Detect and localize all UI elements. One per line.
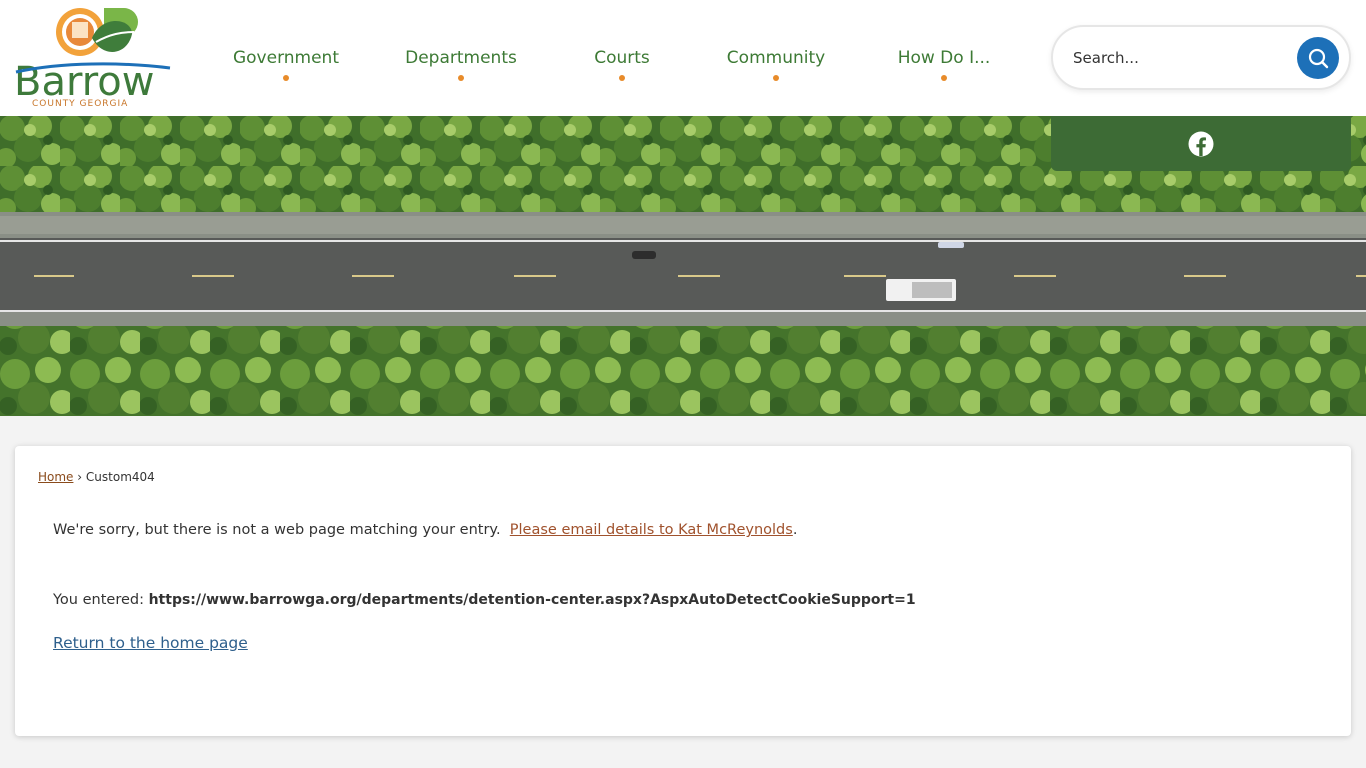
site-header: Barrow COUNTY GEORGIA Government Departm… [0,0,1366,116]
nav-item-label: Departments [405,48,517,68]
nav-item-label: How Do I... [897,48,991,68]
error-message: We're sorry, but there is not a web page… [53,522,797,538]
nav-dot-icon [619,75,625,81]
main-navigation: Government Departments Courts Community … [200,0,1030,116]
nav-item-community[interactable]: Community [694,0,858,116]
nav-item-label: Government [232,48,340,68]
search-input[interactable] [1073,45,1293,71]
search-box [1051,25,1351,90]
logo-emblem-icon [56,8,138,56]
nav-item-how-do-i[interactable]: How Do I... [858,0,1030,116]
nav-item-departments[interactable]: Departments [372,0,550,116]
nav-item-label: Courts [594,48,650,68]
nav-item-courts[interactable]: Courts [550,0,694,116]
breadcrumb-current: Custom404 [85,470,155,484]
search-icon [1308,48,1329,69]
entered-url: https://www.barrowga.org/departments/det… [148,592,916,608]
facebook-button[interactable] [1051,116,1351,171]
barrow-county-logo[interactable]: Barrow COUNTY GEORGIA [10,4,182,112]
facebook-icon [1188,131,1214,156]
nav-dot-icon [773,75,779,81]
entered-label: You entered: [53,592,144,608]
nav-dot-icon [283,75,289,81]
content-card: Home › Custom404 We're sorry, but there … [15,446,1351,736]
breadcrumb-separator: › [77,470,83,484]
email-details-link[interactable]: Please email details to Kat McReynolds [510,522,793,538]
nav-dot-icon [941,75,947,81]
breadcrumb-home-link[interactable]: Home [38,470,73,484]
search-button[interactable] [1297,37,1339,79]
breadcrumb: Home › Custom404 [38,470,155,484]
entered-url-line: You entered: https://www.barrowga.org/de… [53,592,916,608]
nav-dot-icon [458,75,464,81]
logo-swoosh-icon [15,62,171,74]
logo-subtitle: COUNTY GEORGIA [32,99,129,109]
nav-item-label: Community [726,48,826,68]
return-home-link[interactable]: Return to the home page [53,634,248,652]
message-period: . [792,522,798,538]
nav-item-government[interactable]: Government [200,0,372,116]
sorry-text: We're sorry, but there is not a web page… [53,522,501,538]
